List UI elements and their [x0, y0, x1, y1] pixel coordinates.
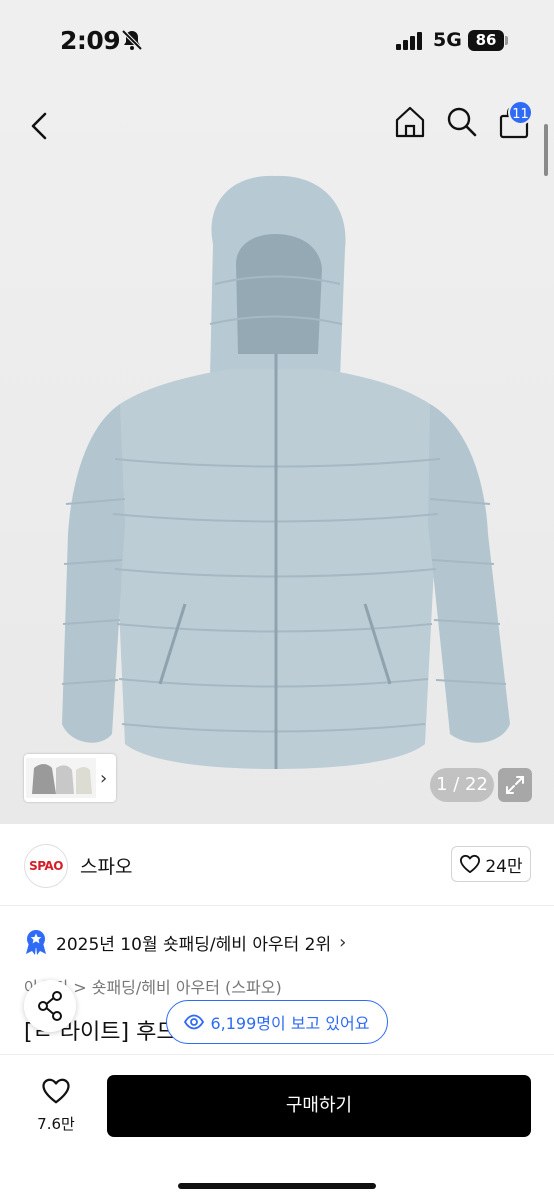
cart-count-badge: 11	[508, 100, 533, 125]
search-icon[interactable]	[442, 102, 482, 142]
wishlist-button[interactable]: 7.6만	[24, 1077, 88, 1137]
thumbnail-next-icon[interactable]: ›	[100, 768, 107, 789]
product-photo-jacket	[61, 175, 510, 769]
brand-row[interactable]: SPAO 스파오 24만	[0, 824, 554, 906]
bell-muted-icon	[121, 29, 143, 51]
image-page-counter: 1 / 22	[430, 768, 494, 802]
network-label: 5G	[433, 29, 462, 51]
battery-indicator: 86	[468, 30, 504, 51]
wishlist-count: 7.6만	[37, 1115, 75, 1133]
ranking-text[interactable]: 2025년 10월 숏패딩/헤비 아우터 2위	[56, 930, 331, 955]
share-icon[interactable]	[24, 980, 76, 1032]
product-image-gallery[interactable]: 11 › 1 / 22	[0, 84, 554, 824]
brand-like-button[interactable]: 24만	[451, 846, 531, 882]
ranking-badge-icon	[26, 930, 46, 955]
status-time: 2:09	[60, 26, 121, 55]
bottom-purchase-bar: 7.6만 구매하기	[0, 1054, 554, 1200]
home-indicator	[178, 1183, 376, 1189]
buy-button[interactable]: 구매하기	[107, 1075, 531, 1137]
home-icon[interactable]	[390, 102, 430, 142]
scroll-indicator	[544, 124, 548, 176]
signal-icon	[396, 32, 422, 50]
brand-logo[interactable]: SPAO	[24, 844, 68, 888]
status-bar: 2:09 5G 86	[0, 0, 554, 84]
back-arrow-icon[interactable]	[20, 106, 60, 146]
heart-outline-icon	[460, 854, 481, 874]
viewer-count-pill: 6,199명이 보고 있어요	[166, 1000, 388, 1044]
thumbnail-image[interactable]	[26, 758, 96, 798]
brand-like-count: 24만	[485, 856, 523, 877]
ranking-link[interactable]: 2025년 10월 숏패딩/헤비 아우터 2위 ›	[24, 928, 346, 956]
eye-icon	[184, 1014, 205, 1030]
chevron-right-icon[interactable]: ›	[339, 932, 346, 953]
expand-icon[interactable]	[498, 768, 532, 802]
battery-tip	[505, 36, 508, 45]
brand-name[interactable]: 스파오	[80, 852, 132, 879]
viewer-count-text: 6,199명이 보고 있어요	[210, 1014, 370, 1033]
heart-outline-icon[interactable]	[41, 1077, 71, 1105]
thumbnail-strip[interactable]: ›	[24, 754, 116, 802]
